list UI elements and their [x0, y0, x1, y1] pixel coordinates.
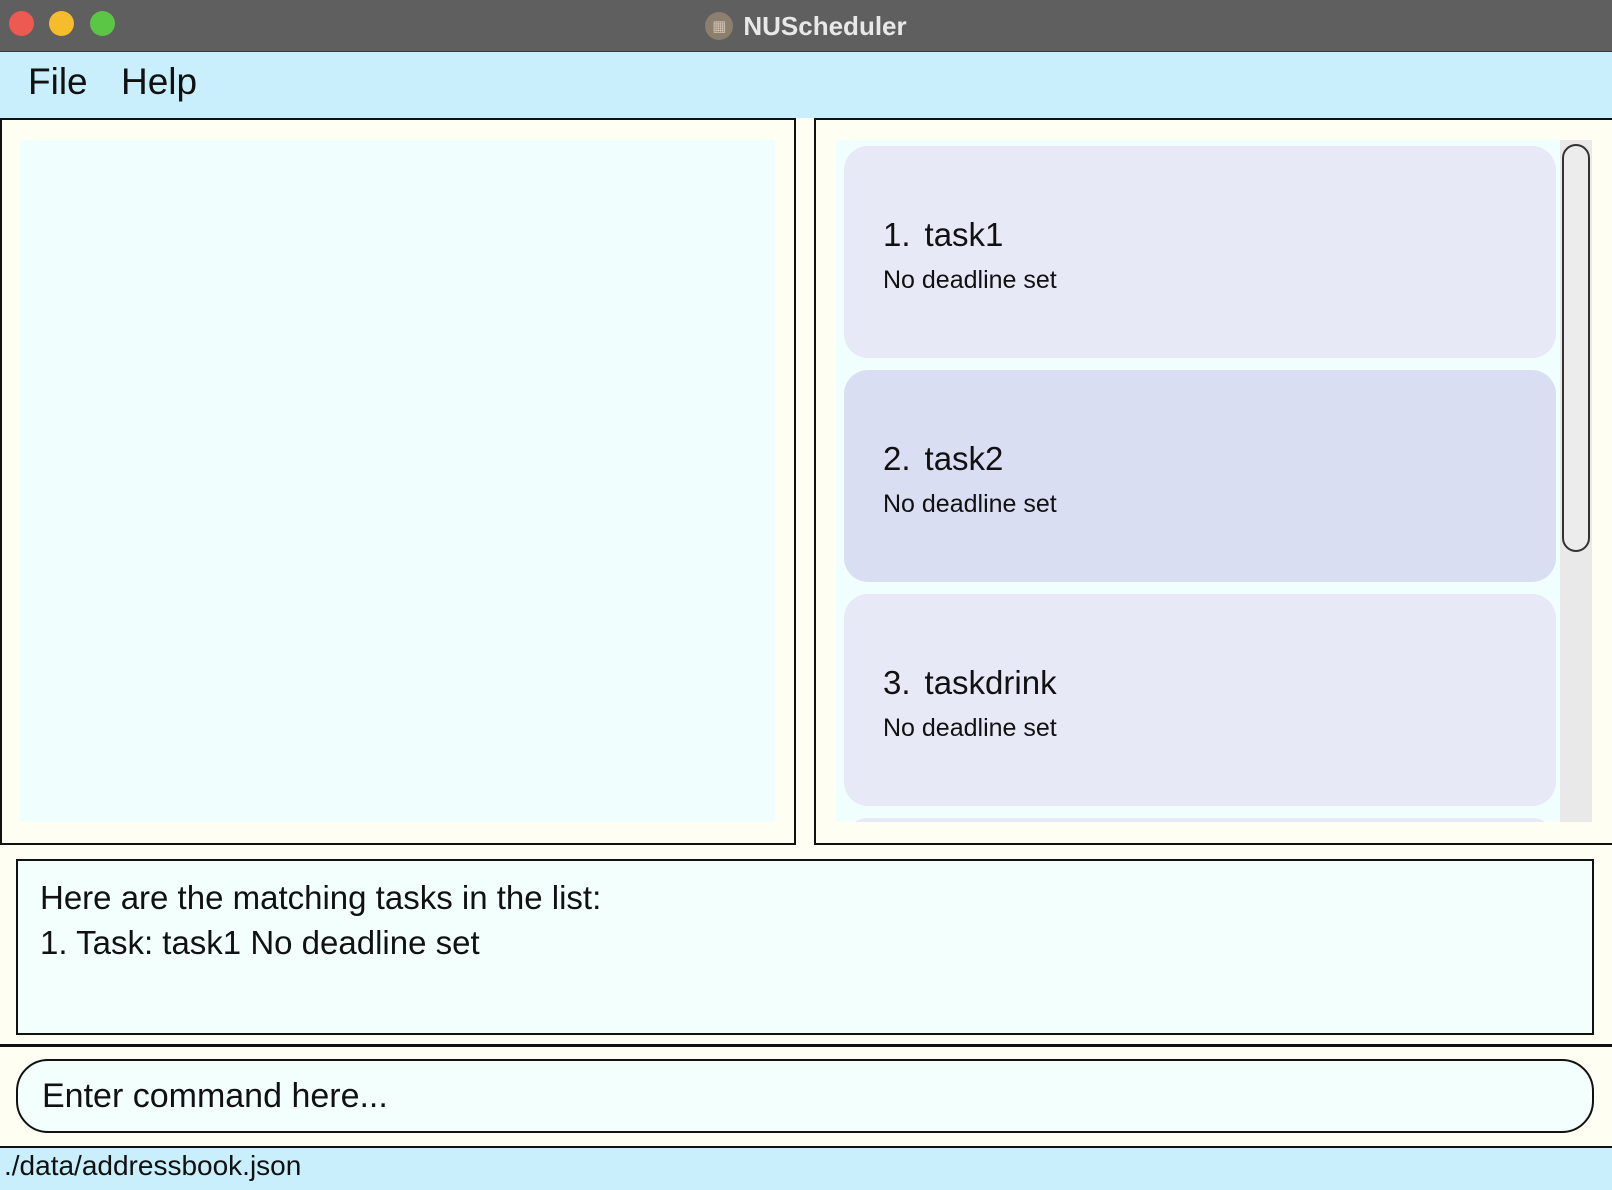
task-name: task1	[924, 216, 1004, 253]
status-bar: ./data/addressbook.json	[0, 1146, 1612, 1190]
window-title: NUScheduler	[743, 10, 907, 41]
task-title: 1. task1	[883, 216, 1003, 254]
title-bar: ▦ NUScheduler	[0, 0, 1612, 52]
left-panel-content	[20, 140, 775, 822]
result-display: Here are the matching tasks in the list:…	[16, 859, 1594, 1035]
left-panel	[0, 118, 796, 845]
task-deadline: No deadline set	[883, 490, 1057, 518]
task-title: 2. task2	[883, 440, 1003, 478]
task-deadline: No deadline set	[883, 714, 1057, 742]
data-file-path: ./data/addressbook.json	[4, 1150, 302, 1181]
result-line-1: Here are the matching tasks in the list:	[40, 879, 602, 916]
task-card[interactable]: 1. task1 No deadline set	[844, 146, 1556, 358]
task-card-partial[interactable]	[844, 818, 1556, 822]
task-list-scrollbar[interactable]	[1560, 140, 1592, 822]
task-card[interactable]: 3. taskdrink No deadline set	[844, 594, 1556, 806]
task-list[interactable]: 1. task1 No deadline set 2. task2 No deadl…	[836, 140, 1572, 822]
menu-bar: File Help	[0, 52, 1612, 118]
task-name: task2	[924, 440, 1004, 477]
task-index: 1.	[883, 216, 911, 253]
task-index: 3.	[883, 664, 911, 701]
window-title-group: ▦ NUScheduler	[0, 0, 1612, 52]
scrollbar-thumb[interactable]	[1562, 144, 1590, 552]
result-line-2: 1. Task: task1 No deadline set	[40, 924, 480, 961]
task-deadline: No deadline set	[883, 266, 1057, 294]
task-list-panel: 1. task1 No deadline set 2. task2 No deadl…	[814, 118, 1612, 845]
task-title: 3. taskdrink	[883, 664, 1057, 702]
task-index: 2.	[883, 440, 911, 477]
task-name: taskdrink	[924, 664, 1057, 701]
menu-file[interactable]: File	[28, 61, 88, 103]
menu-help[interactable]: Help	[121, 61, 197, 103]
divider	[0, 1044, 1612, 1047]
task-card-selected[interactable]: 2. task2 No deadline set	[844, 370, 1556, 582]
calendar-icon: ▦	[705, 12, 734, 40]
command-input[interactable]	[16, 1059, 1594, 1133]
